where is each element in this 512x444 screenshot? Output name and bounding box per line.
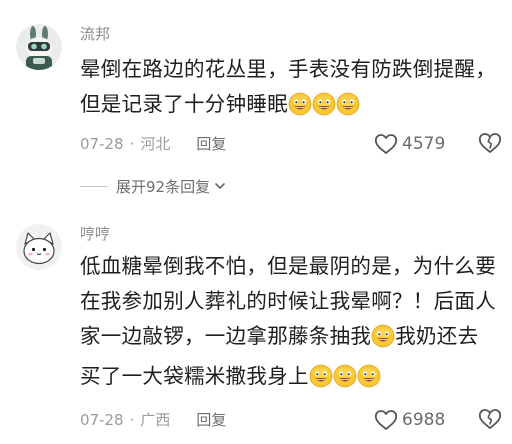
dislike-button[interactable] [478,408,502,434]
comment-location: 广西 [140,411,171,429]
broken-heart-icon [478,133,502,153]
smiling-face-emoji-icon [336,92,360,116]
avatar[interactable] [16,24,62,70]
comment-location: 河北 [140,135,171,153]
emoji-group [309,364,381,399]
like-button[interactable]: 6988 [374,408,445,432]
username[interactable]: 流邦 [80,24,110,44]
reply-button[interactable]: 回复 [196,411,226,429]
smiling-face-emoji-icon [312,92,336,116]
smiling-face-emoji-icon [371,324,395,348]
bunny-character-icon [16,24,62,70]
emoji-group [371,324,395,359]
dislike-button[interactable] [478,132,502,158]
smiling-face-emoji-icon [309,364,333,388]
comment-text: 晕倒在路边的花丛里，手表没有防跌倒提醒，但是记录了十分钟睡眠 [80,52,498,127]
chevron-down-icon [215,183,225,189]
expand-replies-label: 展开92条回复 [116,177,211,196]
like-count: 6988 [402,410,446,430]
comment-date: 07-28 [80,135,124,153]
smiling-face-emoji-icon [288,92,312,116]
separator-dot: · [129,411,135,429]
like-button[interactable]: 4579 [374,132,445,156]
smiling-face-emoji-icon [357,364,381,388]
smiling-face-emoji-icon [333,364,357,388]
white-cat-icon [16,224,62,270]
avatar[interactable] [16,224,62,270]
comment-date: 07-28 [80,411,124,429]
heart-icon [374,410,398,430]
expand-replies-button[interactable]: 展开92条回复 [80,176,227,196]
broken-heart-icon [478,409,502,429]
emoji-group [288,92,360,127]
divider-line [80,185,108,187]
heart-icon [374,134,398,154]
comment-meta: 07-28 · 广西 回复 [80,410,226,430]
like-count: 4579 [402,134,446,154]
comment-meta: 07-28 · 河北 回复 [80,134,226,154]
comment-text: 低血糖晕倒我不怕，但是最阴的是，为什么要在我参加别人葬礼的时候让我晕啊？！后面人… [80,249,498,399]
username[interactable]: 哼哼 [80,224,110,244]
separator-dot: · [129,135,135,153]
reply-button[interactable]: 回复 [196,135,226,153]
